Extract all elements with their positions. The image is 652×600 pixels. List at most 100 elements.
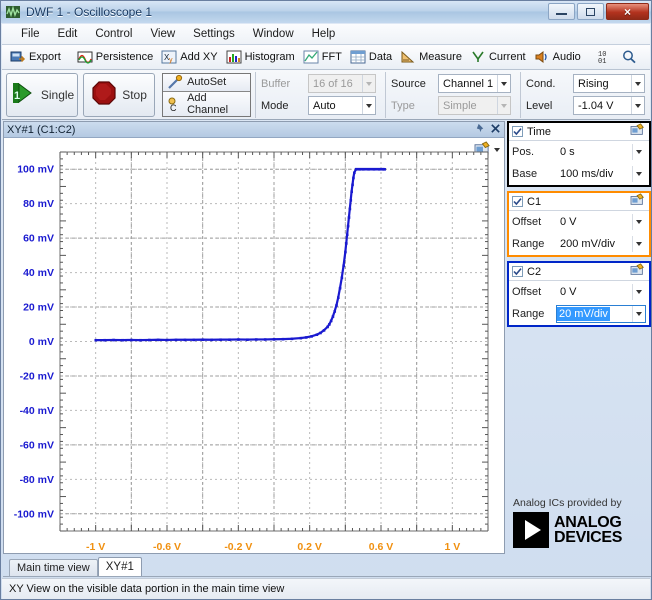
c2-offset-select[interactable]: 0 V <box>556 283 646 301</box>
window-title: DWF 1 - Oscilloscope 1 <box>26 5 152 19</box>
toolbar-measure[interactable]: Measure <box>396 47 466 68</box>
source-value: Channel 1 <box>443 78 493 90</box>
toolbar-data-label: Data <box>369 51 392 63</box>
y-axis-tick-label: 100 mV <box>17 164 54 176</box>
time-pos-select[interactable]: 0 s <box>556 143 646 161</box>
status-bar: XY View on the visible data portion in t… <box>2 578 650 599</box>
toolbar-zoom[interactable] <box>617 47 641 68</box>
close-icon[interactable] <box>490 123 501 137</box>
mode-label: Mode <box>261 100 303 112</box>
toolbar-audio[interactable]: Audio <box>530 47 585 68</box>
toolbar: Export Persistence X y Add XY <box>2 45 650 70</box>
toolbar-histogram[interactable]: Histogram <box>222 47 299 68</box>
c2-range-row: Range 20 mV/div <box>509 303 649 325</box>
toolbar-add-xy[interactable]: X y Add XY <box>157 47 221 68</box>
mode-select[interactable]: Auto <box>308 96 376 115</box>
maximize-button[interactable] <box>577 3 604 20</box>
c1-offset-value: 0 V <box>557 216 577 228</box>
minimize-button[interactable] <box>548 3 575 20</box>
menu-help[interactable]: Help <box>303 26 345 42</box>
time-panel-title: Time <box>527 126 551 138</box>
toolbar-persistence-label: Persistence <box>96 51 153 63</box>
control-strip: 1 Single Stop AutoSet C <box>2 70 650 120</box>
fft-icon <box>303 49 319 65</box>
analog-devices-line2: DEVICES <box>554 530 622 545</box>
analog-devices-line1: ANALOG <box>554 515 622 530</box>
toolbar-digital[interactable]: 10 01 <box>593 47 617 68</box>
c1-range-select[interactable]: 200 mV/div <box>556 235 646 253</box>
xy-plot: 100 mV80 mV60 mV40 mV20 mV0 mV-20 mV-40 … <box>4 138 504 553</box>
menu-edit[interactable]: Edit <box>49 26 87 42</box>
autoset-wand-icon <box>167 74 183 90</box>
source-type-group: Source Channel 1 Type Simple <box>385 72 516 118</box>
xy-panel: XY#1 (C1:C2) 100 mV80 mV60 mV40 mV20 <box>3 121 505 554</box>
stop-octagon-icon <box>91 80 117 109</box>
snapshot-icon[interactable] <box>630 193 646 210</box>
measure-icon <box>400 49 416 65</box>
c1-offset-select[interactable]: 0 V <box>556 213 646 231</box>
autoset-button[interactable]: AutoSet <box>163 74 250 92</box>
single-button-label: Single <box>41 88 74 102</box>
y-axis-tick-label: -80 mV <box>20 474 54 486</box>
type-select[interactable]: Simple <box>438 96 511 115</box>
status-text: XY View on the visible data portion in t… <box>9 583 284 595</box>
stop-button[interactable]: Stop <box>83 73 155 117</box>
time-base-select[interactable]: 100 ms/div <box>556 165 646 183</box>
toolbar-add-xy-label: Add XY <box>180 51 217 63</box>
svg-text:01: 01 <box>598 58 606 65</box>
toolbar-persistence[interactable]: Persistence <box>73 47 157 68</box>
analog-devices-tagline: Analog ICs provided by <box>513 497 645 509</box>
toolbar-export[interactable]: Export <box>6 47 65 68</box>
menu-control[interactable]: Control <box>86 26 141 42</box>
svg-text:C: C <box>170 103 177 112</box>
close-button[interactable]: × <box>606 3 649 20</box>
menu-window[interactable]: Window <box>244 26 303 42</box>
c1-panel: C1 Offset 0 V Range 200 mV/div <box>507 191 651 257</box>
snapshot-icon[interactable] <box>630 263 646 280</box>
source-select[interactable]: Channel 1 <box>438 74 511 93</box>
c1-enable-checkbox[interactable] <box>512 196 523 207</box>
buffer-select[interactable]: 16 of 16 <box>308 74 376 93</box>
window-controls: × <box>548 3 649 20</box>
toolbar-data[interactable]: Data <box>346 47 396 68</box>
time-base-value: 100 ms/div <box>557 168 613 180</box>
analog-devices-triangle-icon <box>513 512 549 548</box>
add-channel-button[interactable]: C Add Channel <box>163 92 250 116</box>
toolbar-current[interactable]: Current <box>466 47 530 68</box>
level-select[interactable]: -1.04 V <box>573 96 645 115</box>
source-row: Source Channel 1 <box>391 74 511 93</box>
xy-plot-canvas[interactable]: 100 mV80 mV60 mV40 mV20 mV0 mV-20 mV-40 … <box>4 138 506 553</box>
menu-view[interactable]: View <box>141 26 184 42</box>
x-axis-tick-label: -1 V <box>86 541 105 553</box>
menu-file[interactable]: File <box>12 26 49 42</box>
analog-devices-wordmark: ANALOG DEVICES <box>554 515 622 545</box>
analog-devices-branding: Analog ICs provided by ANALOG DEVICES <box>513 497 645 548</box>
tab-xy1[interactable]: XY#1 <box>98 557 142 576</box>
chevron-down-icon <box>632 214 645 230</box>
histogram-icon <box>226 49 242 65</box>
c2-offset-label: Offset <box>512 286 552 298</box>
snapshot-icon[interactable] <box>630 123 646 140</box>
time-enable-checkbox[interactable] <box>512 126 523 137</box>
single-button[interactable]: 1 Single <box>6 73 78 117</box>
c1-range-label: Range <box>512 238 552 250</box>
chevron-down-icon <box>631 97 644 114</box>
c1-range-value: 200 mV/div <box>557 238 615 250</box>
buffer-mode-group: Buffer 16 of 16 Mode Auto <box>255 72 381 118</box>
toolbar-fft[interactable]: FFT <box>299 47 346 68</box>
oscilloscope-window: DWF 1 - Oscilloscope 1 × File Edit Contr… <box>0 0 652 600</box>
data-icon <box>350 49 366 65</box>
tab-main-time-view[interactable]: Main time view <box>9 559 98 576</box>
c2-enable-checkbox[interactable] <box>512 266 523 277</box>
cond-level-group: Cond. Rising Level -1.04 V <box>520 72 650 118</box>
cond-select[interactable]: Rising <box>573 74 645 93</box>
persistence-icon <box>77 49 93 65</box>
chevron-down-icon <box>362 75 375 92</box>
export-icon <box>10 49 26 65</box>
menu-settings[interactable]: Settings <box>184 26 244 42</box>
buffer-label: Buffer <box>261 78 303 90</box>
pin-icon[interactable] <box>475 123 486 137</box>
cond-value: Rising <box>578 78 609 90</box>
c2-range-select[interactable]: 20 mV/div <box>556 305 646 323</box>
stop-button-label: Stop <box>122 88 147 102</box>
